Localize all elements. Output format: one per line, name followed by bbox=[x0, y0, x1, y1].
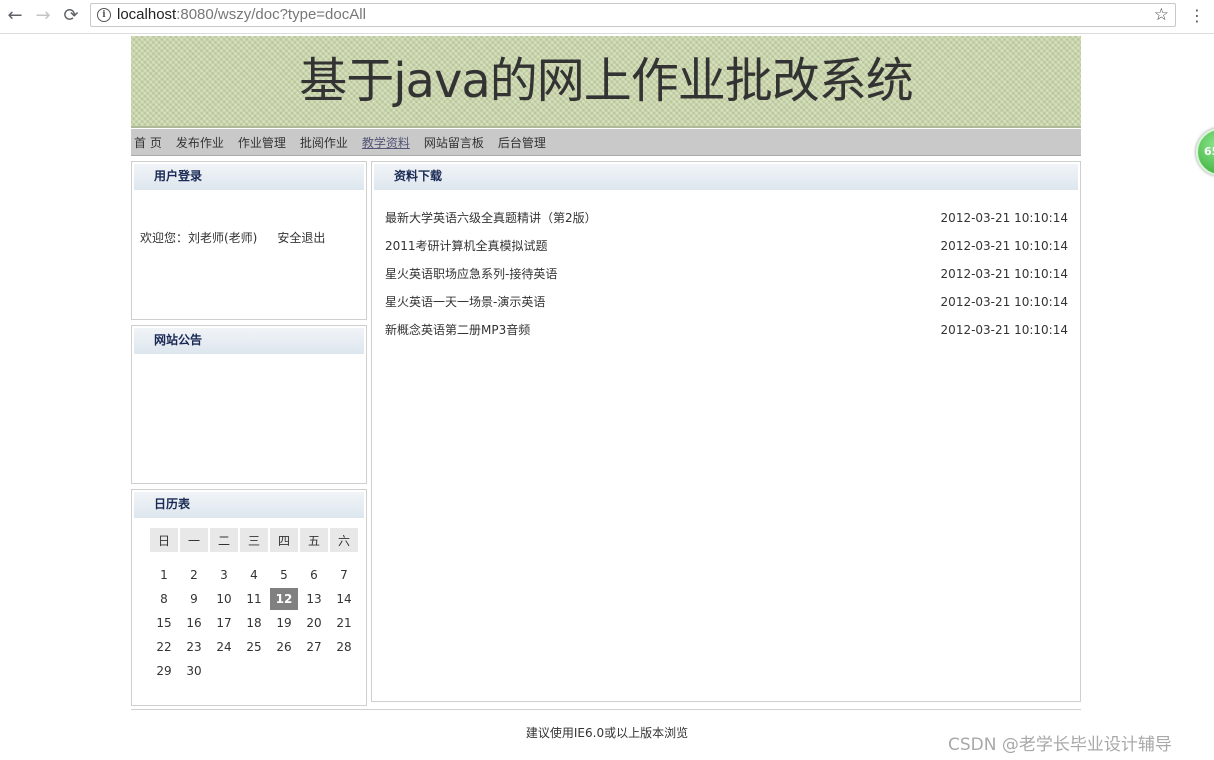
calendar-day[interactable]: 7 bbox=[330, 564, 358, 586]
calendar-day[interactable]: 27 bbox=[300, 636, 328, 658]
calendar-day[interactable]: 18 bbox=[240, 612, 268, 634]
calendar-day[interactable]: 15 bbox=[150, 612, 178, 634]
calendar-day[interactable]: 25 bbox=[240, 636, 268, 658]
calendar-day[interactable]: 13 bbox=[300, 588, 328, 610]
calendar-day[interactable]: 30 bbox=[180, 660, 208, 682]
docs-panel-title: 资料下载 bbox=[374, 164, 1078, 190]
calendar-day[interactable]: 23 bbox=[180, 636, 208, 658]
calendar-day[interactable]: 10 bbox=[210, 588, 238, 610]
site-banner: 基于java的网上作业批改系统 bbox=[131, 36, 1081, 128]
nav-item-1[interactable]: 发布作业 bbox=[176, 129, 224, 157]
doc-row: 星火英语职场应急系列-接待英语 2012-03-21 10:10:14 bbox=[385, 262, 1068, 290]
calendar-day[interactable]: 6 bbox=[300, 564, 328, 586]
doc-row: 最新大学英语六级全真题精讲（第2版） 2012-03-21 10:10:14 bbox=[385, 206, 1068, 234]
calendar-day bbox=[300, 660, 328, 682]
page-container: 基于java的网上作业批改系统 首 页发布作业 作业管理 批阅作业 教学资料 网站留言板… bbox=[131, 36, 1081, 156]
calendar-day[interactable]: 2 bbox=[180, 564, 208, 586]
doc-list: 最新大学英语六级全真题精讲（第2版） 2012-03-21 10:10:14 201… bbox=[385, 206, 1068, 346]
calendar-day bbox=[330, 660, 358, 682]
calendar-day[interactable]: 12 bbox=[270, 588, 298, 610]
doc-title-link[interactable]: 星火英语一天一场景-演示英语 bbox=[385, 290, 545, 314]
doc-title-link[interactable]: 2011考研计算机全真模拟试题 bbox=[385, 234, 548, 258]
calendar-day[interactable]: 4 bbox=[240, 564, 268, 586]
calendar-weekday: 六 bbox=[330, 528, 358, 552]
calendar-day[interactable]: 16 bbox=[180, 612, 208, 634]
nav-item-0[interactable]: 首 页 bbox=[134, 129, 162, 157]
info-icon[interactable]: i bbox=[97, 8, 111, 22]
doc-date: 2012-03-21 10:10:14 bbox=[940, 295, 1068, 309]
doc-title-link[interactable]: 最新大学英语六级全真题精讲（第2版） bbox=[385, 206, 597, 230]
welcome-text: 欢迎您：刘老师(老师) bbox=[140, 231, 258, 245]
calendar-weekday: 四 bbox=[270, 528, 298, 552]
back-arrow-icon[interactable]: ← bbox=[4, 5, 26, 27]
main-nav: 首 页发布作业 作业管理 批阅作业 教学资料 网站留言板 后台管理 bbox=[131, 129, 1081, 156]
site-title: 基于java的网上作业批改系统 bbox=[299, 53, 914, 109]
calendar-day[interactable]: 22 bbox=[150, 636, 178, 658]
kebab-menu-icon[interactable]: ⋮ bbox=[1189, 7, 1205, 25]
calendar-day[interactable]: 1 bbox=[150, 564, 178, 586]
floating-badge[interactable]: 65 bbox=[1196, 128, 1214, 176]
login-panel-title: 用户登录 bbox=[134, 164, 364, 190]
doc-date: 2012-03-21 10:10:14 bbox=[940, 239, 1068, 253]
calendar-day[interactable]: 28 bbox=[330, 636, 358, 658]
notice-panel-title: 网站公告 bbox=[134, 328, 364, 354]
nav-item-2[interactable]: 作业管理 bbox=[238, 129, 286, 157]
forward-arrow-icon[interactable]: → bbox=[32, 5, 54, 27]
calendar-day[interactable]: 17 bbox=[210, 612, 238, 634]
calendar-weekday: 二 bbox=[210, 528, 238, 552]
doc-date: 2012-03-21 10:10:14 bbox=[940, 323, 1068, 337]
nav-item-3[interactable]: 批阅作业 bbox=[300, 129, 348, 157]
calendar-day[interactable]: 24 bbox=[210, 636, 238, 658]
doc-title-link[interactable]: 新概念英语第二册MP3音频 bbox=[385, 318, 530, 342]
calendar-day[interactable]: 5 bbox=[270, 564, 298, 586]
calendar-table: 日一二三四五六 1 2 3 4 5 6 7 8 9 10 11 12 13 14 15 16 17 18 19 20 21… bbox=[148, 526, 360, 684]
calendar-day[interactable]: 19 bbox=[270, 612, 298, 634]
calendar-weekday: 三 bbox=[240, 528, 268, 552]
doc-title-link[interactable]: 星火英语职场应急系列-接待英语 bbox=[385, 262, 557, 286]
docs-panel: 资料下载 最新大学英语六级全真题精讲（第2版） 2012-03-21 10:10:… bbox=[371, 161, 1081, 702]
login-panel: 用户登录 欢迎您：刘老师(老师) 安全退出 bbox=[131, 161, 367, 320]
calendar-day[interactable]: 29 bbox=[150, 660, 178, 682]
doc-date: 2012-03-21 10:10:14 bbox=[940, 267, 1068, 281]
calendar-spacer bbox=[150, 554, 358, 562]
notice-panel: 网站公告 bbox=[131, 325, 367, 484]
url-text: localhost:8080/wszy/doc?type=docAll bbox=[117, 6, 366, 23]
doc-date: 2012-03-21 10:10:14 bbox=[940, 211, 1068, 225]
doc-row: 新概念英语第二册MP3音频 2012-03-21 10:10:14 bbox=[385, 318, 1068, 346]
logout-link[interactable]: 安全退出 bbox=[277, 231, 325, 245]
nav-item-5[interactable]: 网站留言板 bbox=[424, 129, 484, 157]
calendar-day[interactable]: 3 bbox=[210, 564, 238, 586]
calendar-panel-title: 日历表 bbox=[134, 492, 364, 518]
calendar-weekday: 日 bbox=[150, 528, 178, 552]
calendar-day[interactable]: 20 bbox=[300, 612, 328, 634]
calendar-day bbox=[270, 660, 298, 682]
footer-divider bbox=[131, 709, 1081, 710]
nav-item-6[interactable]: 后台管理 bbox=[498, 129, 546, 157]
bookmark-star-icon[interactable]: ☆ bbox=[1154, 5, 1169, 25]
calendar-weekday: 一 bbox=[180, 528, 208, 552]
calendar-day bbox=[240, 660, 268, 682]
watermark-text: CSDN @老学长毕业设计辅导 bbox=[948, 735, 1172, 755]
calendar-day[interactable]: 11 bbox=[240, 588, 268, 610]
calendar-day[interactable]: 26 bbox=[270, 636, 298, 658]
calendar-day bbox=[210, 660, 238, 682]
nav-item-4[interactable]: 教学资料 bbox=[362, 129, 410, 157]
calendar-weekday: 五 bbox=[300, 528, 328, 552]
reload-icon[interactable]: ⟳ bbox=[60, 5, 82, 27]
address-bar[interactable]: i localhost:8080/wszy/doc?type=docAll ☆ bbox=[90, 3, 1176, 27]
calendar-day[interactable]: 21 bbox=[330, 612, 358, 634]
calendar-day[interactable]: 14 bbox=[330, 588, 358, 610]
calendar-panel: 日历表 日一二三四五六 1 2 3 4 5 6 7 8 9 10 11 12 13 14 15 16 17 18 19… bbox=[131, 489, 367, 706]
doc-row: 星火英语一天一场景-演示英语 2012-03-21 10:10:14 bbox=[385, 290, 1068, 318]
browser-toolbar: ← → ⟳ i localhost:8080/wszy/doc?type=doc… bbox=[0, 0, 1214, 34]
doc-row: 2011考研计算机全真模拟试题 2012-03-21 10:10:14 bbox=[385, 234, 1068, 262]
calendar-day[interactable]: 8 bbox=[150, 588, 178, 610]
calendar-day[interactable]: 9 bbox=[180, 588, 208, 610]
